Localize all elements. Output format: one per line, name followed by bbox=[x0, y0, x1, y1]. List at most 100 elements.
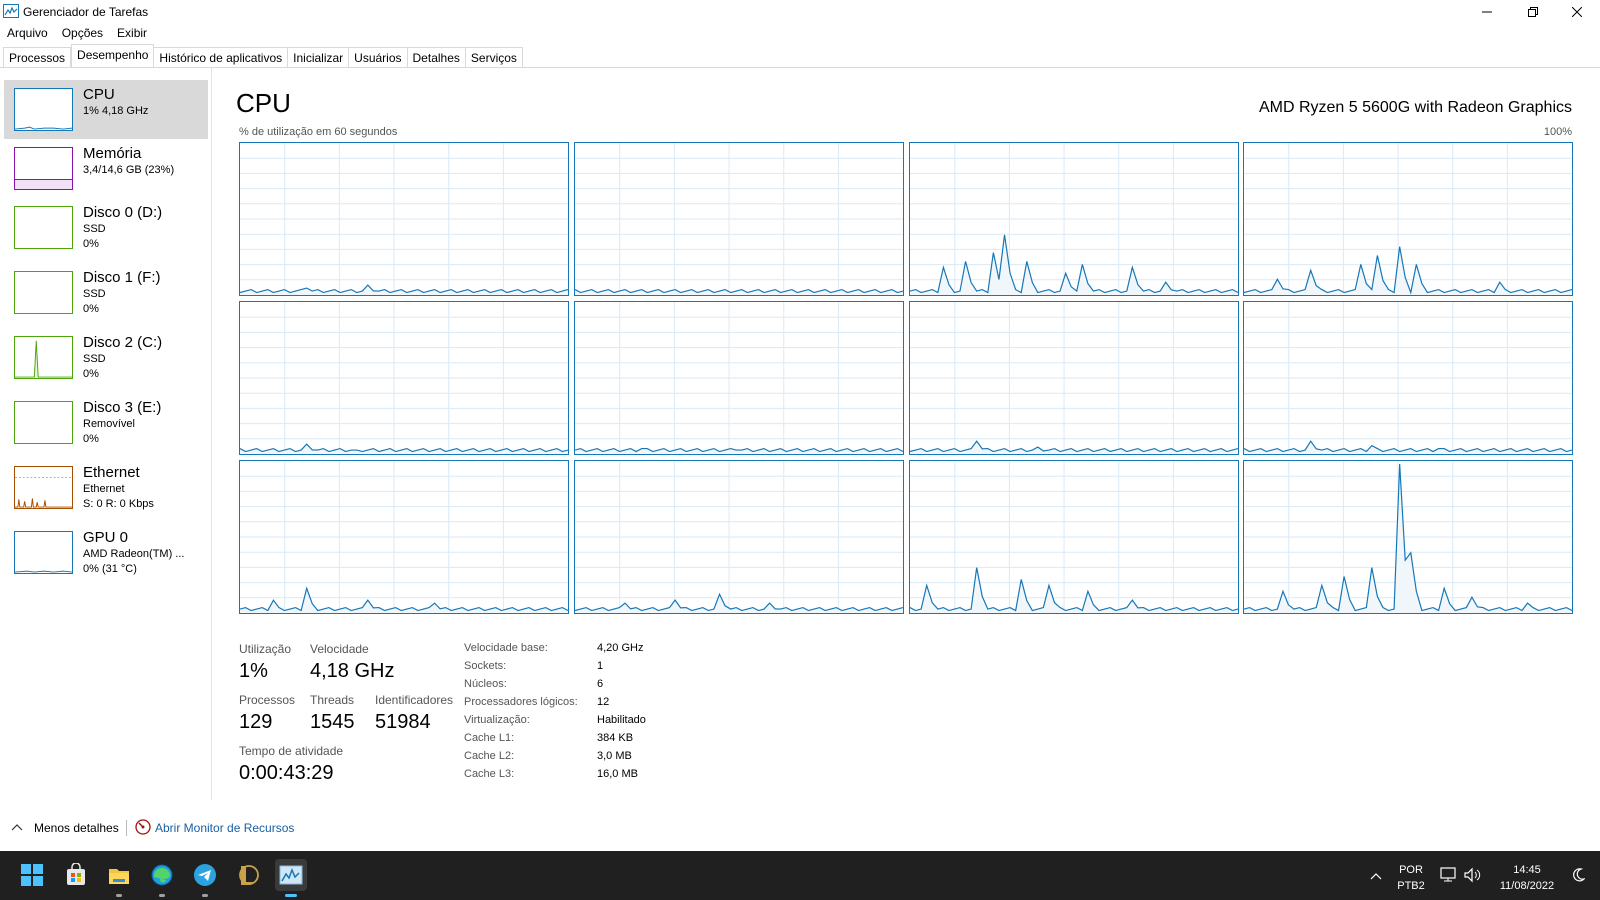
sidebar-item-detail: 1% 4,18 GHz bbox=[83, 105, 149, 117]
core-utilization-area bbox=[1244, 441, 1572, 454]
core-graph-11 bbox=[909, 460, 1239, 614]
sidebar-item-disco-0[interactable]: Disco 0 (D:) SSD 0% bbox=[4, 198, 208, 257]
core-graph-6 bbox=[574, 301, 904, 455]
sidebar-item-gpu-0[interactable]: GPU 0 AMD Radeon(TM) ... 0% (31 °C) bbox=[4, 523, 208, 582]
tempo-atividade-label: Tempo de atividade bbox=[239, 744, 344, 758]
core-utilization-area bbox=[910, 567, 1238, 613]
telegram-icon[interactable] bbox=[189, 859, 221, 897]
sidebar-item-memoria[interactable]: Memória 3,4/14,6 GB (23%) bbox=[4, 139, 208, 198]
core-graph-svg bbox=[910, 461, 1238, 613]
menu-arquivo[interactable]: Arquivo bbox=[0, 24, 55, 43]
sidebar-item-detail: Ethernet bbox=[83, 483, 125, 495]
language-indicator[interactable]: POR bbox=[1395, 864, 1427, 876]
core-graph-svg bbox=[240, 143, 568, 295]
tab-desempenho[interactable]: Desempenho bbox=[71, 44, 155, 67]
sidebar-item-name: Disco 0 (D:) bbox=[83, 204, 163, 221]
task-manager-taskbar-icon[interactable] bbox=[275, 859, 307, 897]
page-title: CPU bbox=[236, 88, 291, 118]
core-graph-svg bbox=[240, 461, 568, 613]
menu-exibir[interactable]: Exibir bbox=[110, 24, 154, 43]
processos-value: 129 bbox=[239, 711, 273, 733]
spec-processadores-value: 12 bbox=[597, 696, 610, 708]
sidebar-item-disco-2[interactable]: Disco 2 (C:) SSD 0% bbox=[4, 328, 208, 387]
less-details-button[interactable]: Menos detalhes bbox=[34, 821, 119, 835]
tab-inicializar[interactable]: Inicializar bbox=[288, 47, 350, 67]
core-graph-9 bbox=[239, 460, 569, 614]
windows-start-icon[interactable] bbox=[16, 859, 48, 891]
tab-historico[interactable]: Histórico de aplicativos bbox=[154, 47, 289, 67]
threads-label: Threads bbox=[310, 693, 355, 707]
utilization-max-label: 100% bbox=[1543, 126, 1572, 138]
volume-icon[interactable] bbox=[1463, 867, 1481, 886]
tab-usuarios[interactable]: Usuários bbox=[349, 47, 408, 67]
utilizacao-label: Utilização bbox=[239, 642, 292, 656]
disk-thumbnail-graph bbox=[14, 401, 73, 444]
core-utilization-area bbox=[910, 441, 1238, 454]
sidebar-item-name: GPU 0 bbox=[83, 529, 129, 546]
restore-button[interactable] bbox=[1510, 0, 1556, 23]
velocidade-label: Velocidade bbox=[310, 642, 369, 656]
logical-processor-graphs bbox=[239, 142, 1573, 615]
notification-moon-icon[interactable] bbox=[1571, 867, 1587, 886]
sidebar-item-value: 0% (31 °C) bbox=[83, 563, 137, 575]
sidebar-item-disco-1[interactable]: Disco 1 (F:) SSD 0% bbox=[4, 263, 208, 322]
sidebar-item-detail: 3,4/14,6 GB (23%) bbox=[83, 164, 175, 176]
clock-date[interactable]: 11/08/2022 bbox=[1492, 880, 1562, 892]
spec-processadores-label: Processadores lógicos: bbox=[464, 696, 578, 708]
velocidade-value: 4,18 GHz bbox=[310, 660, 395, 682]
tab-detalhes[interactable]: Detalhes bbox=[407, 47, 466, 67]
resource-monitor-icon[interactable] bbox=[135, 819, 151, 838]
identificadores-value: 51984 bbox=[375, 711, 431, 733]
core-graph-12 bbox=[1243, 460, 1573, 614]
processos-label: Processos bbox=[239, 693, 296, 707]
chevron-up-icon[interactable] bbox=[11, 820, 23, 834]
menu-opcoes[interactable]: Opções bbox=[55, 24, 110, 43]
sidebar-item-disco-3[interactable]: Disco 3 (E:) Removível 0% bbox=[4, 393, 208, 452]
sidebar-item-name: Disco 1 (F:) bbox=[83, 269, 161, 286]
spec-virtualizacao-value: Habilitado bbox=[597, 714, 646, 726]
league-of-legends-icon[interactable] bbox=[232, 859, 264, 891]
microsoft-store-icon[interactable] bbox=[60, 859, 92, 891]
sidebar-item-ethernet[interactable]: Ethernet Ethernet S: 0 R: 0 Kbps bbox=[4, 458, 208, 517]
running-indicator bbox=[202, 894, 208, 897]
close-button[interactable] bbox=[1554, 0, 1600, 23]
core-utilization-area bbox=[1244, 463, 1572, 613]
sidebar-item-value: S: 0 R: 0 Kbps bbox=[83, 498, 154, 510]
sidebar-item-cpu[interactable]: CPU 1% 4,18 GHz bbox=[4, 80, 208, 139]
core-graph-8 bbox=[1243, 301, 1573, 455]
tabs-divider bbox=[0, 67, 1600, 68]
spec-cache-l2-value: 3,0 MB bbox=[597, 750, 632, 762]
network-icon[interactable] bbox=[1440, 867, 1458, 886]
core-graph-4 bbox=[1243, 142, 1573, 296]
tab-servicos[interactable]: Serviços bbox=[465, 47, 523, 67]
core-graph-svg bbox=[575, 143, 903, 295]
tab-bar: Processos Desempenho Histórico de aplica… bbox=[3, 44, 523, 67]
sidebar-item-value: 0% bbox=[83, 433, 99, 445]
edge-browser-icon[interactable] bbox=[146, 859, 178, 897]
chevron-up-icon[interactable] bbox=[1370, 869, 1382, 883]
spec-cache-l3-value: 16,0 MB bbox=[597, 768, 638, 780]
core-utilization-line bbox=[910, 567, 1238, 612]
running-indicator bbox=[285, 894, 297, 897]
core-graph-svg bbox=[575, 461, 903, 613]
clock-time[interactable]: 14:45 bbox=[1492, 864, 1562, 876]
core-graph-10 bbox=[574, 460, 904, 614]
resource-monitor-link[interactable]: Abrir Monitor de Recursos bbox=[155, 821, 294, 835]
running-indicator bbox=[159, 894, 165, 897]
sidebar-item-detail: Removível bbox=[83, 418, 135, 430]
keyboard-layout-indicator[interactable]: PTB2 bbox=[1395, 880, 1427, 892]
utilizacao-value: 1% bbox=[239, 660, 268, 682]
file-explorer-icon[interactable] bbox=[103, 859, 135, 897]
ethernet-thumbnail-graph bbox=[14, 466, 73, 509]
sidebar-item-name: CPU bbox=[83, 86, 115, 103]
resource-sidebar: CPU 1% 4,18 GHz Memória 3,4/14,6 GB (23%… bbox=[0, 68, 212, 800]
core-graph-svg bbox=[910, 302, 1238, 454]
cpu-model-name: AMD Ryzen 5 5600G with Radeon Graphics bbox=[1258, 99, 1572, 116]
spec-cache-l1-label: Cache L1: bbox=[464, 732, 515, 744]
menu-bar: Arquivo Opções Exibir bbox=[0, 24, 154, 43]
minimize-button[interactable] bbox=[1464, 0, 1510, 23]
sidebar-item-detail: SSD bbox=[83, 288, 106, 300]
spec-cache-l3-label: Cache L3: bbox=[464, 768, 515, 780]
threads-value: 1545 bbox=[310, 711, 355, 733]
tab-processos[interactable]: Processos bbox=[3, 47, 72, 67]
